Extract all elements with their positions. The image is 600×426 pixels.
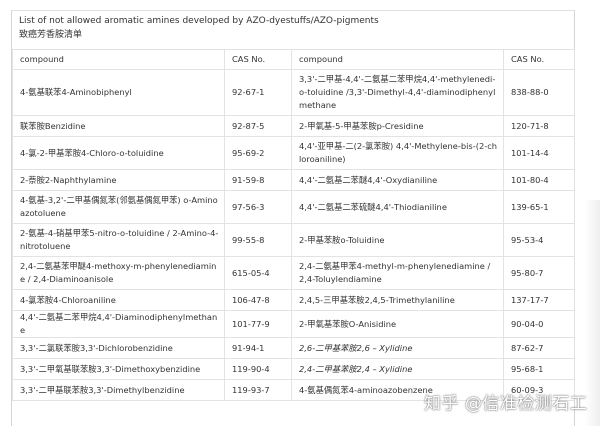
table-row: 2-氨基-4-硝基甲苯5-nitro-o-toluidine / 2-Amino…	[12, 223, 575, 257]
header-cas-1: CAS No.	[224, 49, 292, 70]
amines-table: compound CAS No. compound CAS No. 4-氨基联苯…	[12, 49, 575, 401]
table-header-row: compound CAS No. compound CAS No.	[12, 49, 575, 70]
cas-cell: 615-05-4	[224, 256, 292, 290]
compound-cell: 2-氨基-4-硝基甲苯5-nitro-o-toluidine / 2-Amino…	[12, 223, 225, 257]
cas-cell: 95-53-4	[503, 223, 575, 257]
cas-cell: 87-62-7	[503, 337, 575, 359]
compound-cell: 2-甲氧基-5-甲基苯胺p-Cresidine	[291, 115, 504, 137]
table-row: 4-氯苯胺4-Chloroaniline 106-47-8 2,4,5-三甲基苯胺2…	[12, 289, 575, 311]
header-compound-2: compound	[291, 49, 504, 70]
compound-cell: 2,4-二甲基苯胺2,4 – Xylidine	[291, 358, 504, 380]
compound-cell: 2-萘胺2-Naphthylamine	[12, 169, 225, 191]
compound-cell: 2,4,5-三甲基苯胺2,4,5-Trimethylaniline	[291, 289, 504, 311]
compound-cell: 4,4'-二氨基二苯甲烷4,4'-Diaminodiphenylmethane	[12, 310, 225, 338]
compound-cell: 4-氯-2-甲基苯胺4-Chloro-o-toluidine	[12, 136, 225, 170]
cas-cell: 139-65-1	[503, 190, 575, 224]
cas-cell: 101-80-4	[503, 169, 575, 191]
cas-cell: 99-55-8	[224, 223, 292, 257]
cas-cell: 101-14-4	[503, 136, 575, 170]
watermark: 知乎 @信准检测石工	[424, 394, 588, 414]
cas-cell: 92-87-5	[224, 115, 292, 137]
cas-cell: 119-90-4	[224, 358, 292, 380]
compound-cell: 2,4-二氨基甲苯4-methyl-m-phenylenediamine /2,…	[291, 256, 504, 290]
cas-cell: 91-59-8	[224, 169, 292, 191]
compound-cell: 4-氨基-3,2'-二甲基偶氮苯(邻氨基偶氮甲苯) o-Aminoazotolu…	[12, 190, 225, 224]
compound-cell: 2,6-二甲基苯胺2,6 – Xylidine	[291, 337, 504, 359]
cas-cell: 90-04-0	[503, 310, 575, 338]
table-row: 3,3'-二氯联苯胺3,3'-Dichlorobenzidine 91-94-1 2…	[12, 337, 575, 359]
list-title-cn: 致癌芳香胺清单	[19, 30, 83, 40]
cas-cell: 838-88-0	[503, 69, 575, 116]
cas-cell: 137-17-7	[503, 289, 575, 311]
cas-cell: 101-77-9	[224, 310, 292, 338]
table-row: 联苯胺Benzidine 92-87-5 2-甲氧基-5-甲基苯胺p-Cresidi…	[12, 115, 575, 137]
table-row: 2,4-二氨基苯甲醚4-methoxy-m-phenylenediamine /…	[12, 256, 575, 290]
compound-cell: 2-甲基苯胺o-Toluidine	[291, 223, 504, 257]
table-row: 4-氨基联苯4-Aminobiphenyl 92-67-1 3,3'-二甲基-4,4…	[12, 69, 575, 116]
cas-cell: 91-94-1	[224, 337, 292, 359]
table-row: 3,3'-二甲氧基联苯胺3,3'-Dimethoxybenzidine 119-9…	[12, 358, 575, 380]
compound-cell: 3,3'-二甲基联苯胺3,3'-Dimethylbenzidine	[12, 379, 225, 401]
cas-cell: 106-47-8	[224, 289, 292, 311]
cas-cell: 95-69-2	[224, 136, 292, 170]
table-row: 2-萘胺2-Naphthylamine 91-59-8 4,4'-二氨基二苯醚4,4…	[12, 169, 575, 191]
cas-cell: 95-68-1	[503, 358, 575, 380]
cas-cell: 119-93-7	[224, 379, 292, 401]
compound-cell: 4-氯苯胺4-Chloroaniline	[12, 289, 225, 311]
table-row: 4-氯-2-甲基苯胺4-Chloro-o-toluidine 95-69-2 4,4…	[12, 136, 575, 170]
compound-cell: 4,4'-亚甲基-二(2-氯苯胺) 4,4'-Methylene-bis-(2-…	[291, 136, 504, 170]
cas-cell: 120-71-8	[503, 115, 575, 137]
compound-cell: 联苯胺Benzidine	[12, 115, 225, 137]
header-compound-1: compound	[12, 49, 225, 70]
compound-cell: 2-甲氧基苯胺O-Anisidine	[291, 310, 504, 338]
cas-cell: 97-56-3	[224, 190, 292, 224]
header-cas-2: CAS No.	[503, 49, 575, 70]
compound-cell: 2,4-二氨基苯甲醚4-methoxy-m-phenylenediamine /…	[12, 256, 225, 290]
compound-cell: 3,3'-二甲基-4,4'-二氨基二苯甲烷4,4'-methylenedi-o-…	[291, 69, 504, 116]
compound-cell: 4-氨基联苯4-Aminobiphenyl	[12, 69, 225, 116]
cas-cell: 92-67-1	[224, 69, 292, 116]
table-row: 4-氨基-3,2'-二甲基偶氮苯(邻氨基偶氮甲苯) o-Aminoazotolu…	[12, 190, 575, 224]
compound-cell: 4,4'-二氨基二苯醚4,4'-Oxydianiline	[291, 169, 504, 191]
table-row: 4,4'-二氨基二苯甲烷4,4'-Diaminodiphenylmethane 1…	[12, 310, 575, 338]
compound-cell: 3,3'-二氯联苯胺3,3'-Dichlorobenzidine	[12, 337, 225, 359]
compound-cell: 4,4'-二氨基二苯硫醚4,4'-Thiodianiline	[291, 190, 504, 224]
title-block: List of not allowed aromatic amines deve…	[19, 14, 379, 42]
cas-cell: 95-80-7	[503, 256, 575, 290]
list-title-en: List of not allowed aromatic amines deve…	[19, 16, 379, 26]
compound-cell: 3,3'-二甲氧基联苯胺3,3'-Dimethoxybenzidine	[12, 358, 225, 380]
